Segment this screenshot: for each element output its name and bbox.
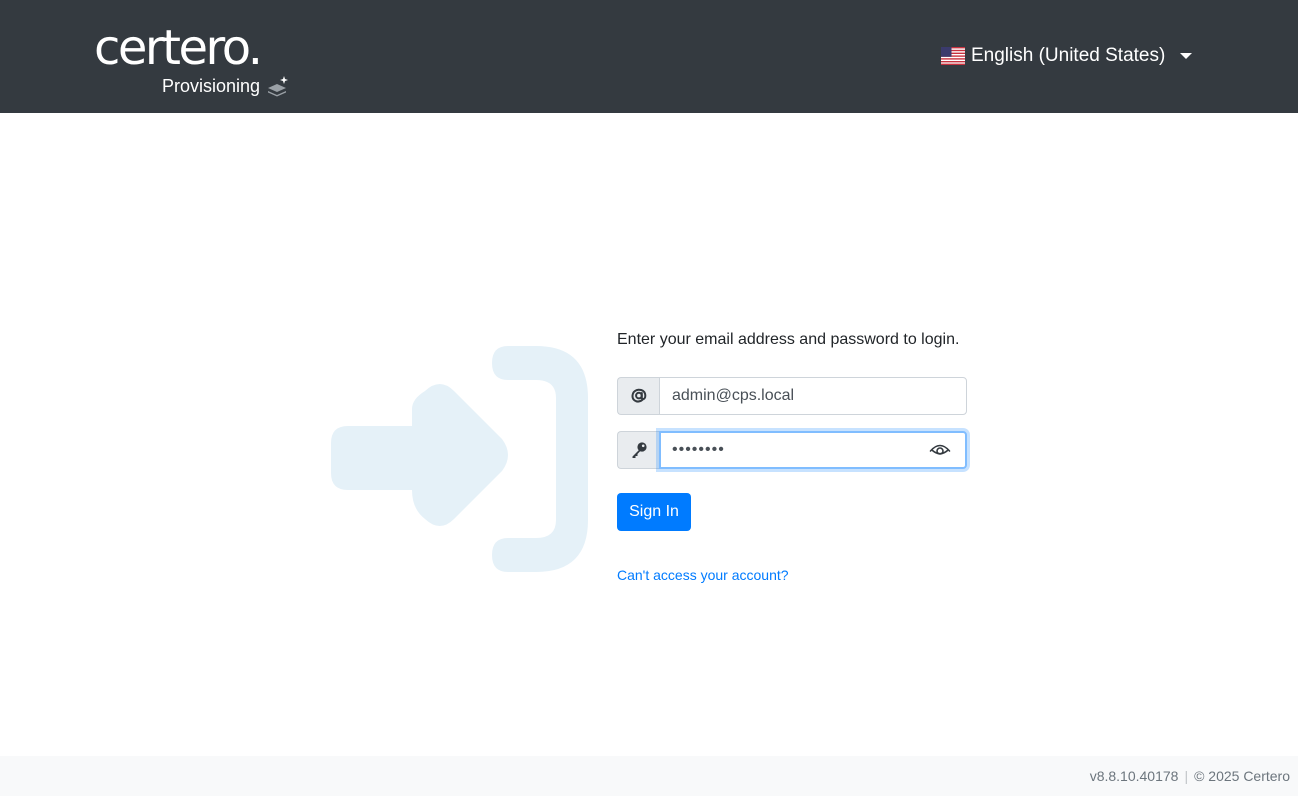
password-field[interactable]	[659, 431, 967, 469]
password-input-group	[617, 431, 967, 469]
show-password-toggle[interactable]	[929, 441, 951, 459]
cant-access-account-link[interactable]: Can't access your account?	[617, 566, 789, 584]
layers-icon	[268, 76, 288, 97]
top-navbar: certero. Provisioning English (United St…	[0, 0, 1298, 113]
key-icon	[632, 442, 647, 458]
footer: v8.8.10.40178 | © 2025 Certero	[0, 756, 1298, 796]
logo-wordmark: certero.	[94, 20, 263, 76]
email-input-group	[617, 377, 967, 415]
sign-in-button[interactable]: Sign In	[617, 493, 691, 531]
email-field[interactable]	[659, 377, 967, 415]
language-label: English (United States)	[971, 45, 1166, 66]
email-addon	[617, 377, 659, 415]
chevron-down-icon	[1180, 53, 1193, 59]
footer-info: v8.8.10.40178 | © 2025 Certero	[1090, 768, 1290, 784]
password-addon	[617, 431, 659, 469]
certero-logo[interactable]: certero. Provisioning	[94, 22, 294, 102]
us-flag-icon	[941, 47, 965, 65]
eye-icon	[929, 444, 951, 455]
footer-separator: |	[1184, 768, 1189, 784]
copyright-label: © 2025 Certero	[1194, 768, 1290, 784]
login-instructions: Enter your email address and password to…	[617, 331, 960, 348]
language-selector[interactable]: English (United States)	[941, 40, 1193, 72]
version-label: v8.8.10.40178	[1089, 768, 1179, 784]
logo-product-name: Provisioning	[162, 76, 261, 96]
at-icon	[631, 388, 646, 403]
sign-in-icon	[331, 346, 588, 572]
